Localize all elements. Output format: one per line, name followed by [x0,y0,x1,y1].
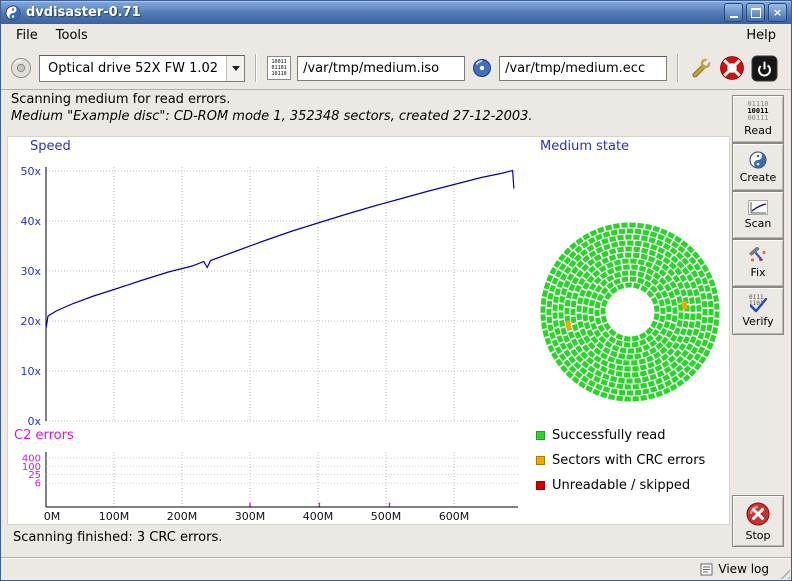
scan-label: Scan [745,217,772,230]
svg-text:200M: 200M [167,510,198,523]
close-button[interactable]: × [768,3,787,22]
close-icon: × [773,7,782,18]
menu-help[interactable]: Help [737,26,785,45]
app-icon [5,5,21,21]
view-log-label: View log [718,562,769,576]
ecc-file-icon[interactable] [471,57,493,79]
binary-row: 00111 [747,115,768,122]
legend-swatch [536,481,545,490]
stop-label: Stop [745,529,770,542]
legend-label: Successfully read [552,428,665,443]
read-button[interactable]: 01110 10011 00111 Read [732,95,784,143]
svg-text:400M: 400M [303,510,334,523]
svg-text:300M: 300M [235,510,266,523]
svg-text:500M: 500M [371,510,402,523]
create-button[interactable]: Create [732,143,784,191]
svg-text:100M: 100M [99,510,130,523]
chevron-down-icon [226,56,244,81]
maximize-button[interactable] [746,3,765,22]
verify-label: Verify [742,315,773,328]
resize-grip[interactable] [776,565,790,579]
stop-icon [745,501,771,527]
toolbar-separator [677,54,679,82]
c2-errors-caption: C2 errors [14,428,74,443]
fix-tools-icon [748,247,768,264]
verify-button[interactable]: 0111 1101 Verify [732,287,784,335]
window-title: dvdisaster-0.71 [26,5,141,20]
legend-label: Unreadable / skipped [552,478,690,493]
svg-text:20x: 20x [20,315,41,328]
iso-image-icon[interactable]: 10011 01101 10110 [267,56,291,80]
dvdisaster-logo-button[interactable] [719,55,745,81]
legend-swatch [536,431,545,440]
log-icon [700,563,713,576]
drive-icon [9,56,33,80]
svg-text:40x: 40x [20,215,41,228]
toolbar: Optical drive 52X FW 1.02 10011 01101 10… [1,47,791,90]
ecc-file-input[interactable] [499,56,667,81]
stop-button[interactable]: Stop [732,495,784,547]
legend-swatch [536,456,545,465]
iso-icon-row: 10110 [272,71,287,77]
svg-text:50x: 50x [20,165,41,178]
minimize-button[interactable] [724,3,743,22]
menu-file[interactable]: File [7,26,47,45]
legend-item-unreadable: Unreadable / skipped [536,477,690,493]
titlebar[interactable]: dvdisaster-0.71 × [1,1,791,24]
minimize-icon [730,16,738,18]
menu-tools[interactable]: Tools [47,26,97,45]
svg-text:600M: 600M [439,510,470,523]
scan-visualization: 0M 100M 200M 300M 400M 500M 600M 0x 10x 20x 30x 40x… [7,136,730,525]
legend-label: Sectors with CRC errors [552,453,705,468]
checkmark-icon [746,295,770,313]
create-yinyang-icon [749,151,767,169]
scan-chart-icon [748,200,768,215]
read-label: Read [744,124,772,137]
menubar: File Tools Help [1,24,791,48]
svg-text:6: 6 [35,479,41,490]
svg-text:0x: 0x [27,415,41,428]
status-area: Scanning medium for read errors. Medium … [11,91,721,125]
preferences-wrench-icon[interactable] [689,56,713,80]
scan-button[interactable]: Scan [732,191,784,239]
maximize-icon [751,8,761,18]
speed-caption: Speed [30,139,71,154]
iso-file-input[interactable] [297,56,465,81]
view-log-button[interactable]: View log [696,561,773,577]
app-window: dvdisaster-0.71 × File Tools Help Optica… [0,0,792,581]
svg-text:10x: 10x [20,365,41,378]
status-line-1: Scanning medium for read errors. [11,91,721,108]
scan-result-text: Scanning finished: 3 CRC errors. [13,530,222,545]
create-label: Create [740,171,777,184]
toolbar-separator [255,54,257,82]
medium-state-caption: Medium state [540,139,629,154]
svg-text:0M: 0M [44,510,61,523]
status-line-2: Medium "Example disc": CD-ROM mode 1, 35… [11,108,721,125]
legend-item-crc: Sectors with CRC errors [536,452,705,468]
svg-text:30x: 30x [20,265,41,278]
drive-selector-value: Optical drive 52X FW 1.02 [40,61,226,76]
drive-selector[interactable]: Optical drive 52X FW 1.02 [39,55,245,82]
legend-item-success: Successfully read [536,427,665,443]
quit-power-button[interactable] [751,55,778,82]
fix-label: Fix [750,266,765,279]
fix-button[interactable]: Fix [732,239,784,287]
verify-icon: 0111 1101 [746,295,770,313]
read-icon: 01110 10011 00111 [747,101,768,122]
statusbar: View log [1,557,791,580]
